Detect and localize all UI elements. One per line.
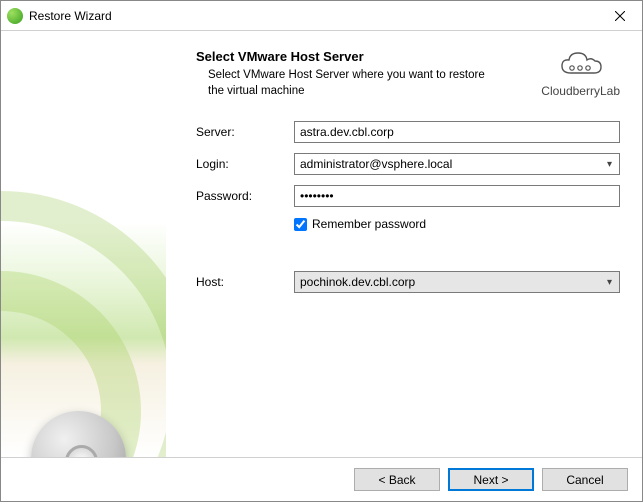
next-button[interactable]: Next >: [448, 468, 534, 491]
host-label: Host:: [196, 275, 294, 289]
remember-label: Remember password: [312, 217, 426, 231]
wizard-sidebar: [1, 31, 166, 457]
host-select[interactable]: pochinok.dev.cbl.corp ▾: [294, 271, 620, 293]
form: Server: Login: administrator@vsphere.loc…: [196, 121, 620, 303]
server-label: Server:: [196, 125, 294, 139]
wizard-main: Select VMware Host Server Select VMware …: [166, 31, 642, 457]
login-label: Login:: [196, 157, 294, 171]
close-icon: [615, 11, 625, 21]
page-heading: Select VMware Host Server: [196, 49, 541, 64]
login-value: administrator@vsphere.local: [300, 157, 452, 171]
host-value: pochinok.dev.cbl.corp: [300, 275, 415, 289]
dialog-body: Select VMware Host Server Select VMware …: [1, 31, 642, 457]
password-input[interactable]: [294, 185, 620, 207]
app-icon: [7, 8, 23, 24]
window-title: Restore Wizard: [29, 9, 597, 23]
login-select[interactable]: administrator@vsphere.local ▾: [294, 153, 620, 175]
titlebar: Restore Wizard: [1, 1, 642, 31]
cancel-button[interactable]: Cancel: [542, 468, 628, 491]
back-button[interactable]: < Back: [354, 468, 440, 491]
wizard-footer: < Back Next > Cancel: [1, 457, 642, 501]
cloud-icon: [556, 49, 606, 79]
brand-logo: CloudberryLab: [541, 49, 620, 99]
chevron-down-icon: ▾: [605, 277, 614, 288]
page-description: Select VMware Host Server where you want…: [196, 68, 496, 99]
server-input[interactable]: [294, 121, 620, 143]
password-label: Password:: [196, 189, 294, 203]
remember-checkbox[interactable]: [294, 218, 307, 231]
chevron-down-icon: ▾: [605, 159, 614, 170]
brand-name: CloudberryLab: [541, 84, 620, 98]
close-button[interactable]: [597, 1, 642, 30]
